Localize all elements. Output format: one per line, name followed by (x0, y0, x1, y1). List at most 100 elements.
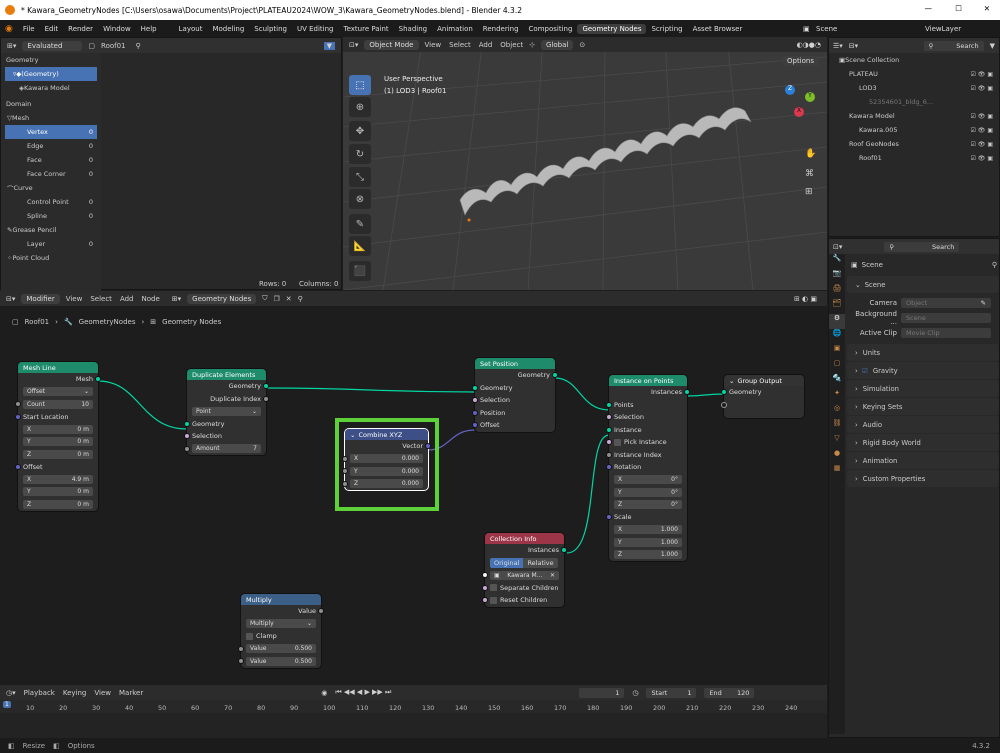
kawara-model-item[interactable]: ◈ Kawara Model (1, 81, 101, 95)
amount-socket[interactable] (184, 445, 190, 452)
end-frame-field[interactable]: End 120 (704, 687, 755, 698)
grease-pencil-item[interactable]: ✎ Grease Pencil (1, 223, 101, 237)
menu-edit[interactable]: Edit (40, 25, 64, 33)
viewport-menu-select[interactable]: Select (449, 41, 471, 49)
node-mesh-line[interactable]: Mesh Line Mesh Offset ⌄ Count 10 Start Loc… (15, 362, 101, 511)
amount-field[interactable]: Amount 7 (192, 444, 261, 454)
menu-render[interactable]: Render (63, 25, 98, 33)
selection-input-socket[interactable] (472, 397, 478, 404)
offset-z-field[interactable]: Z 0 m (23, 499, 93, 509)
outliner-item-plateau[interactable]: PLATEAU ☑ 👁 ▣ (829, 67, 999, 81)
curve-item[interactable]: ⌒ Curve (1, 181, 101, 195)
node-duplicate-elements[interactable]: Duplicate Elements Geometry Duplicate In… (184, 369, 269, 455)
menu-file[interactable]: File (18, 25, 40, 33)
tab-layout[interactable]: Layout (174, 25, 208, 33)
separate-children-checkbox[interactable] (490, 584, 497, 592)
measure-icon[interactable]: 📐 (349, 236, 371, 256)
z-axis-icon[interactable]: Z (785, 85, 795, 95)
transform-orientation-dropdown[interactable]: Global (540, 39, 574, 50)
clear-icon[interactable]: ✕ (550, 572, 555, 579)
start-frame-field[interactable]: Start 1 (646, 687, 697, 698)
domain-item-vertex[interactable]: Vertex 0 (5, 125, 97, 139)
constraints-icon[interactable]: ⛓ (829, 419, 845, 434)
domain-item-edge[interactable]: Edge 0 (5, 139, 97, 153)
node-header[interactable]: ⌄ Group Output (724, 375, 804, 386)
timeline-track[interactable] (0, 713, 827, 738)
panel-gravity[interactable]: › ☑ Gravity (847, 362, 999, 379)
outliner-item-kawara-005[interactable]: Kawara.005 ☑ 👁 ▣ (829, 123, 999, 137)
geometry-item[interactable]: ▿◆ (Geometry) (5, 67, 97, 81)
viewport-menu-add[interactable]: Add (479, 41, 493, 49)
filter-menu-icon[interactable]: ⊟▾ (849, 42, 858, 50)
panel-animation[interactable]: › Animation (847, 452, 999, 469)
current-frame-field[interactable]: 1 (579, 687, 625, 698)
reset-children-checkbox[interactable] (490, 596, 497, 604)
options-dropdown[interactable]: Options (781, 56, 819, 66)
active-clip-field[interactable]: Movie Clip (901, 327, 991, 338)
texture-icon[interactable]: ▦ (829, 464, 845, 479)
viewport-menu-view[interactable]: View (425, 41, 442, 49)
start-z-field[interactable]: Z 0 m (23, 449, 93, 459)
mesh-line-mode-dropdown[interactable]: Offset ⌄ (23, 387, 93, 397)
cursor-icon[interactable]: ⊕ (349, 97, 371, 117)
node-combine-xyz[interactable]: ⌄ Combine XYZ Vector X 0.000 Y 0.000 Z 0.00… (342, 429, 431, 490)
point-cloud-item[interactable]: ⁘ Point Cloud (1, 251, 101, 265)
panel-simulation[interactable]: › Simulation (847, 380, 999, 397)
editor-type-icon[interactable]: ⊡▾ (349, 41, 358, 49)
panel-units[interactable]: › Units (847, 344, 999, 361)
tab-asset-browser[interactable]: Asset Browser (688, 25, 748, 33)
pin-icon[interactable]: ⚲ (136, 42, 141, 50)
physics-icon[interactable]: ◎ (829, 404, 845, 419)
offset-y-field[interactable]: Y 0 m (23, 487, 93, 497)
material-icon[interactable]: ● (829, 449, 845, 464)
camera-field[interactable]: Object ✎ (901, 297, 991, 308)
x-axis-icon[interactable]: X (794, 107, 804, 117)
empty-socket[interactable] (721, 401, 727, 408)
x-socket[interactable] (342, 455, 348, 462)
outliner-item-roof-geonodes[interactable]: Roof GeoNodes ☑ 👁 ▣ (829, 137, 999, 151)
panel-custom-properties[interactable]: › Custom Properties (847, 470, 999, 487)
tool-icon[interactable]: 🔧 (829, 254, 845, 269)
scale-y-field[interactable]: Y 1.000 (614, 537, 682, 547)
scene-selector[interactable]: Scene (811, 25, 842, 33)
camera-view-icon[interactable]: ⌘ (805, 169, 814, 179)
node-header[interactable]: Instance on Points (609, 375, 687, 386)
proportional-icon[interactable]: ◐◑●◔ (797, 41, 821, 49)
panel-keying-sets[interactable]: › Keying Sets (847, 398, 999, 415)
y-field[interactable]: Y 0.000 (350, 466, 423, 476)
gravity-checkbox[interactable]: ☑ (862, 367, 868, 375)
value2-field[interactable]: Value 0.500 (246, 656, 316, 666)
modifier-icon[interactable]: 🔩 (829, 374, 845, 389)
tab-uv-editing[interactable]: UV Editing (292, 25, 339, 33)
relative-toggle[interactable]: Relative (523, 557, 558, 568)
value1-field[interactable]: Value 0.500 (246, 644, 316, 654)
reset-children-socket[interactable] (482, 597, 488, 604)
z-socket[interactable] (342, 480, 348, 487)
collection-field[interactable]: ▣ Kawara M... ✕ (490, 570, 559, 580)
geometry-input-socket[interactable] (184, 420, 190, 427)
timeline-menu-view[interactable]: View (94, 689, 111, 697)
collapse-icon[interactable]: ⌄ (350, 431, 355, 439)
visibility-icons[interactable]: ☑ 👁 ▣ (971, 85, 993, 92)
background-field[interactable]: Scene (901, 312, 991, 323)
tab-compositing[interactable]: Compositing (524, 25, 578, 33)
geometry-input-socket[interactable] (721, 389, 727, 396)
node-header[interactable]: Duplicate Elements (187, 369, 266, 380)
maximize-button[interactable]: ☐ (955, 4, 962, 13)
tab-modeling[interactable]: Modeling (207, 25, 249, 33)
world-icon[interactable]: 🌐 (829, 329, 845, 344)
scale-icon[interactable]: ⤡ (349, 167, 371, 187)
outliner-search[interactable]: ⚲ Search (923, 40, 984, 51)
panel-audio[interactable]: › Audio (847, 416, 999, 433)
position-input-socket[interactable] (472, 409, 478, 416)
selection-input-socket[interactable] (184, 433, 190, 440)
node-collection-info[interactable]: Collection Info Instances Original Relati… (482, 533, 567, 607)
node-header[interactable]: Multiply (241, 594, 321, 605)
timeline-menu-playback[interactable]: Playback (24, 689, 55, 697)
tab-shading[interactable]: Shading (394, 25, 432, 33)
y-axis-icon[interactable]: Y (805, 92, 815, 102)
hand-pan-icon[interactable]: ✋ (805, 149, 816, 159)
domain-item-spline[interactable]: Spline 0 (5, 209, 97, 223)
visibility-icons[interactable]: ☑ 👁 ▣ (971, 127, 993, 134)
editor-type-icon[interactable]: ☰▾ (833, 42, 843, 50)
